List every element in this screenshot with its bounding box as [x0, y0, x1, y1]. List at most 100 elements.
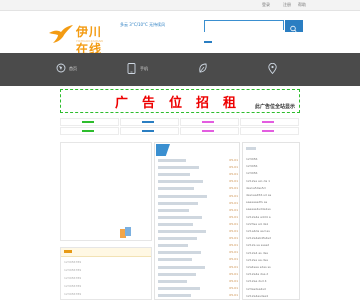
- news-item[interactable]: 05-01: [158, 229, 238, 234]
- news-item[interactable]: 05-01: [158, 165, 238, 170]
- news-item-date: 05-01: [229, 250, 238, 255]
- news-item-title: [158, 222, 193, 226]
- side-list-item[interactable]: 1212a sa ssasd: [246, 243, 298, 247]
- ad-subtitle: 此广告位全站显示: [255, 104, 296, 110]
- nav-item-life[interactable]: [198, 53, 228, 86]
- nav-item-map[interactable]: [268, 53, 298, 86]
- globe-icon: [56, 63, 66, 73]
- news-item-date: 05-01: [229, 200, 238, 205]
- weather-info: 多云 3°C/10°C 无持续风: [120, 22, 166, 27]
- slide-indicator[interactable]: [120, 227, 131, 238]
- news-item-date: 05-01: [229, 292, 238, 297]
- category-link[interactable]: [60, 127, 119, 135]
- news-item[interactable]: 05-01: [158, 243, 238, 248]
- news-item-title: [158, 293, 191, 297]
- side-list-item[interactable]: 123456: [246, 171, 298, 175]
- side-list-item[interactable]: 12a4saa sdas ss: [246, 265, 298, 269]
- side-list-item[interactable]: 121a4da asd as: [246, 229, 298, 233]
- list-item[interactable]: 123456789: [64, 260, 144, 264]
- list-item[interactable]: 123456789: [64, 284, 144, 288]
- news-item[interactable]: 05-01: [158, 257, 238, 262]
- featured-image-box[interactable]: [60, 142, 152, 241]
- news-item-title: [158, 215, 202, 219]
- news-item-date: 05-01: [229, 179, 238, 184]
- side-list-item[interactable]: 1212sa aio da 1: [246, 179, 298, 183]
- news-item[interactable]: 05-01: [158, 172, 238, 177]
- side-list-item[interactable]: saaaaasdfs as: [246, 200, 298, 204]
- list-item[interactable]: 123456789: [64, 268, 144, 272]
- news-item[interactable]: 05-01: [158, 272, 238, 277]
- category-link[interactable]: [180, 118, 239, 126]
- left-news-list: 123456789 123456789 123456789 123456789 …: [60, 247, 152, 300]
- left-list-header: [61, 248, 151, 257]
- category-link[interactable]: [180, 127, 239, 135]
- side-list-item[interactable]: 123asdsa4sd: [246, 287, 298, 291]
- top-bar: 登录 注册 帮助: [0, 0, 360, 11]
- search-box: [204, 20, 285, 40]
- side-list-item[interactable]: 1212sa aa dsa: [246, 258, 298, 262]
- news-item-title: [158, 251, 201, 255]
- news-item-date: 05-01: [229, 221, 238, 226]
- side-list-header: [246, 147, 256, 150]
- category-link[interactable]: [120, 127, 179, 135]
- news-tab-icon[interactable]: [156, 144, 170, 156]
- news-item-title: [158, 258, 192, 262]
- side-list-item[interactable]: 1212a4ab4fs4sd: [246, 236, 298, 240]
- news-item[interactable]: 05-01: [158, 158, 238, 163]
- news-item[interactable]: 05-01: [158, 208, 238, 213]
- category-link[interactable]: [240, 127, 299, 135]
- ad-banner[interactable]: 广告位招租 此广告位全站显示: [60, 89, 300, 113]
- topbar-link-login[interactable]: 登录: [262, 2, 270, 8]
- news-item[interactable]: 05-01: [158, 179, 238, 184]
- news-item[interactable]: 05-01: [158, 200, 238, 206]
- site-logo[interactable]: 伊川在线 YICHUAN ZAIXIAN: [48, 22, 114, 56]
- news-item[interactable]: 05-01: [158, 186, 238, 191]
- nav-label-mobile: 手机: [140, 66, 148, 71]
- list-item[interactable]: 123456789: [64, 276, 144, 280]
- hot-search-link[interactable]: [204, 41, 212, 43]
- category-link[interactable]: [240, 118, 299, 126]
- side-list-item[interactable]: 123456: [246, 157, 298, 161]
- news-item[interactable]: 05-01: [158, 286, 238, 291]
- news-item[interactable]: 05-01: [158, 264, 238, 270]
- search-button[interactable]: [285, 20, 303, 32]
- ad-title: 广告位招租: [115, 96, 251, 111]
- news-item[interactable]: 05-01: [158, 279, 238, 284]
- news-item[interactable]: 05-01: [158, 250, 238, 255]
- side-list-item[interactable]: 4ss1a54ss5d: [246, 186, 298, 190]
- nav-item-home[interactable]: 首页: [56, 53, 96, 86]
- side-list-item[interactable]: 4ss1ea456 sd as: [246, 193, 298, 197]
- news-item[interactable]: 05-01: [158, 236, 238, 241]
- side-list-item[interactable]: 1212a4a dsa d: [246, 272, 298, 276]
- map-pin-icon: [268, 63, 277, 74]
- side-list-item[interactable]: 123456: [246, 164, 298, 168]
- news-item-title: [158, 201, 198, 205]
- list-item[interactable]: 123456789: [64, 292, 144, 296]
- search-input[interactable]: [205, 29, 285, 40]
- side-list-item[interactable]: 1212a4 as dsa: [246, 251, 298, 255]
- main-nav: 首页 手机: [0, 53, 360, 86]
- news-item-title: [158, 194, 207, 198]
- category-link[interactable]: [60, 118, 119, 126]
- news-item[interactable]: 05-01: [158, 194, 238, 199]
- side-list-item[interactable]: 1212aa dsd 4: [246, 279, 298, 283]
- news-item-title: [158, 208, 189, 212]
- news-item[interactable]: 05-01: [158, 221, 238, 227]
- side-list-item[interactable]: 1212a4a a4d4 a: [246, 215, 298, 219]
- topbar-link-help[interactable]: 帮助: [298, 2, 306, 8]
- side-list-item[interactable]: 1212a4asdsa4: [246, 294, 298, 298]
- news-item[interactable]: 05-01: [158, 292, 238, 298]
- news-item[interactable]: 05-01: [158, 215, 238, 220]
- news-item-date: 05-01: [229, 172, 238, 177]
- side-list-item[interactable]: 1223sa a4 da1: [246, 222, 298, 226]
- news-item-title: [158, 187, 194, 191]
- news-item-title: [158, 244, 188, 248]
- news-item-date: 05-01: [229, 264, 238, 269]
- side-list-item[interactable]: saaaas4sd4a1ss: [246, 207, 298, 211]
- category-link[interactable]: [120, 118, 179, 126]
- topbar-link-register[interactable]: 注册: [283, 2, 291, 8]
- swallow-logo-icon: [49, 25, 73, 43]
- news-item-title: [158, 180, 203, 184]
- nav-item-mobile[interactable]: 手机: [127, 53, 167, 86]
- category-links: [60, 118, 300, 136]
